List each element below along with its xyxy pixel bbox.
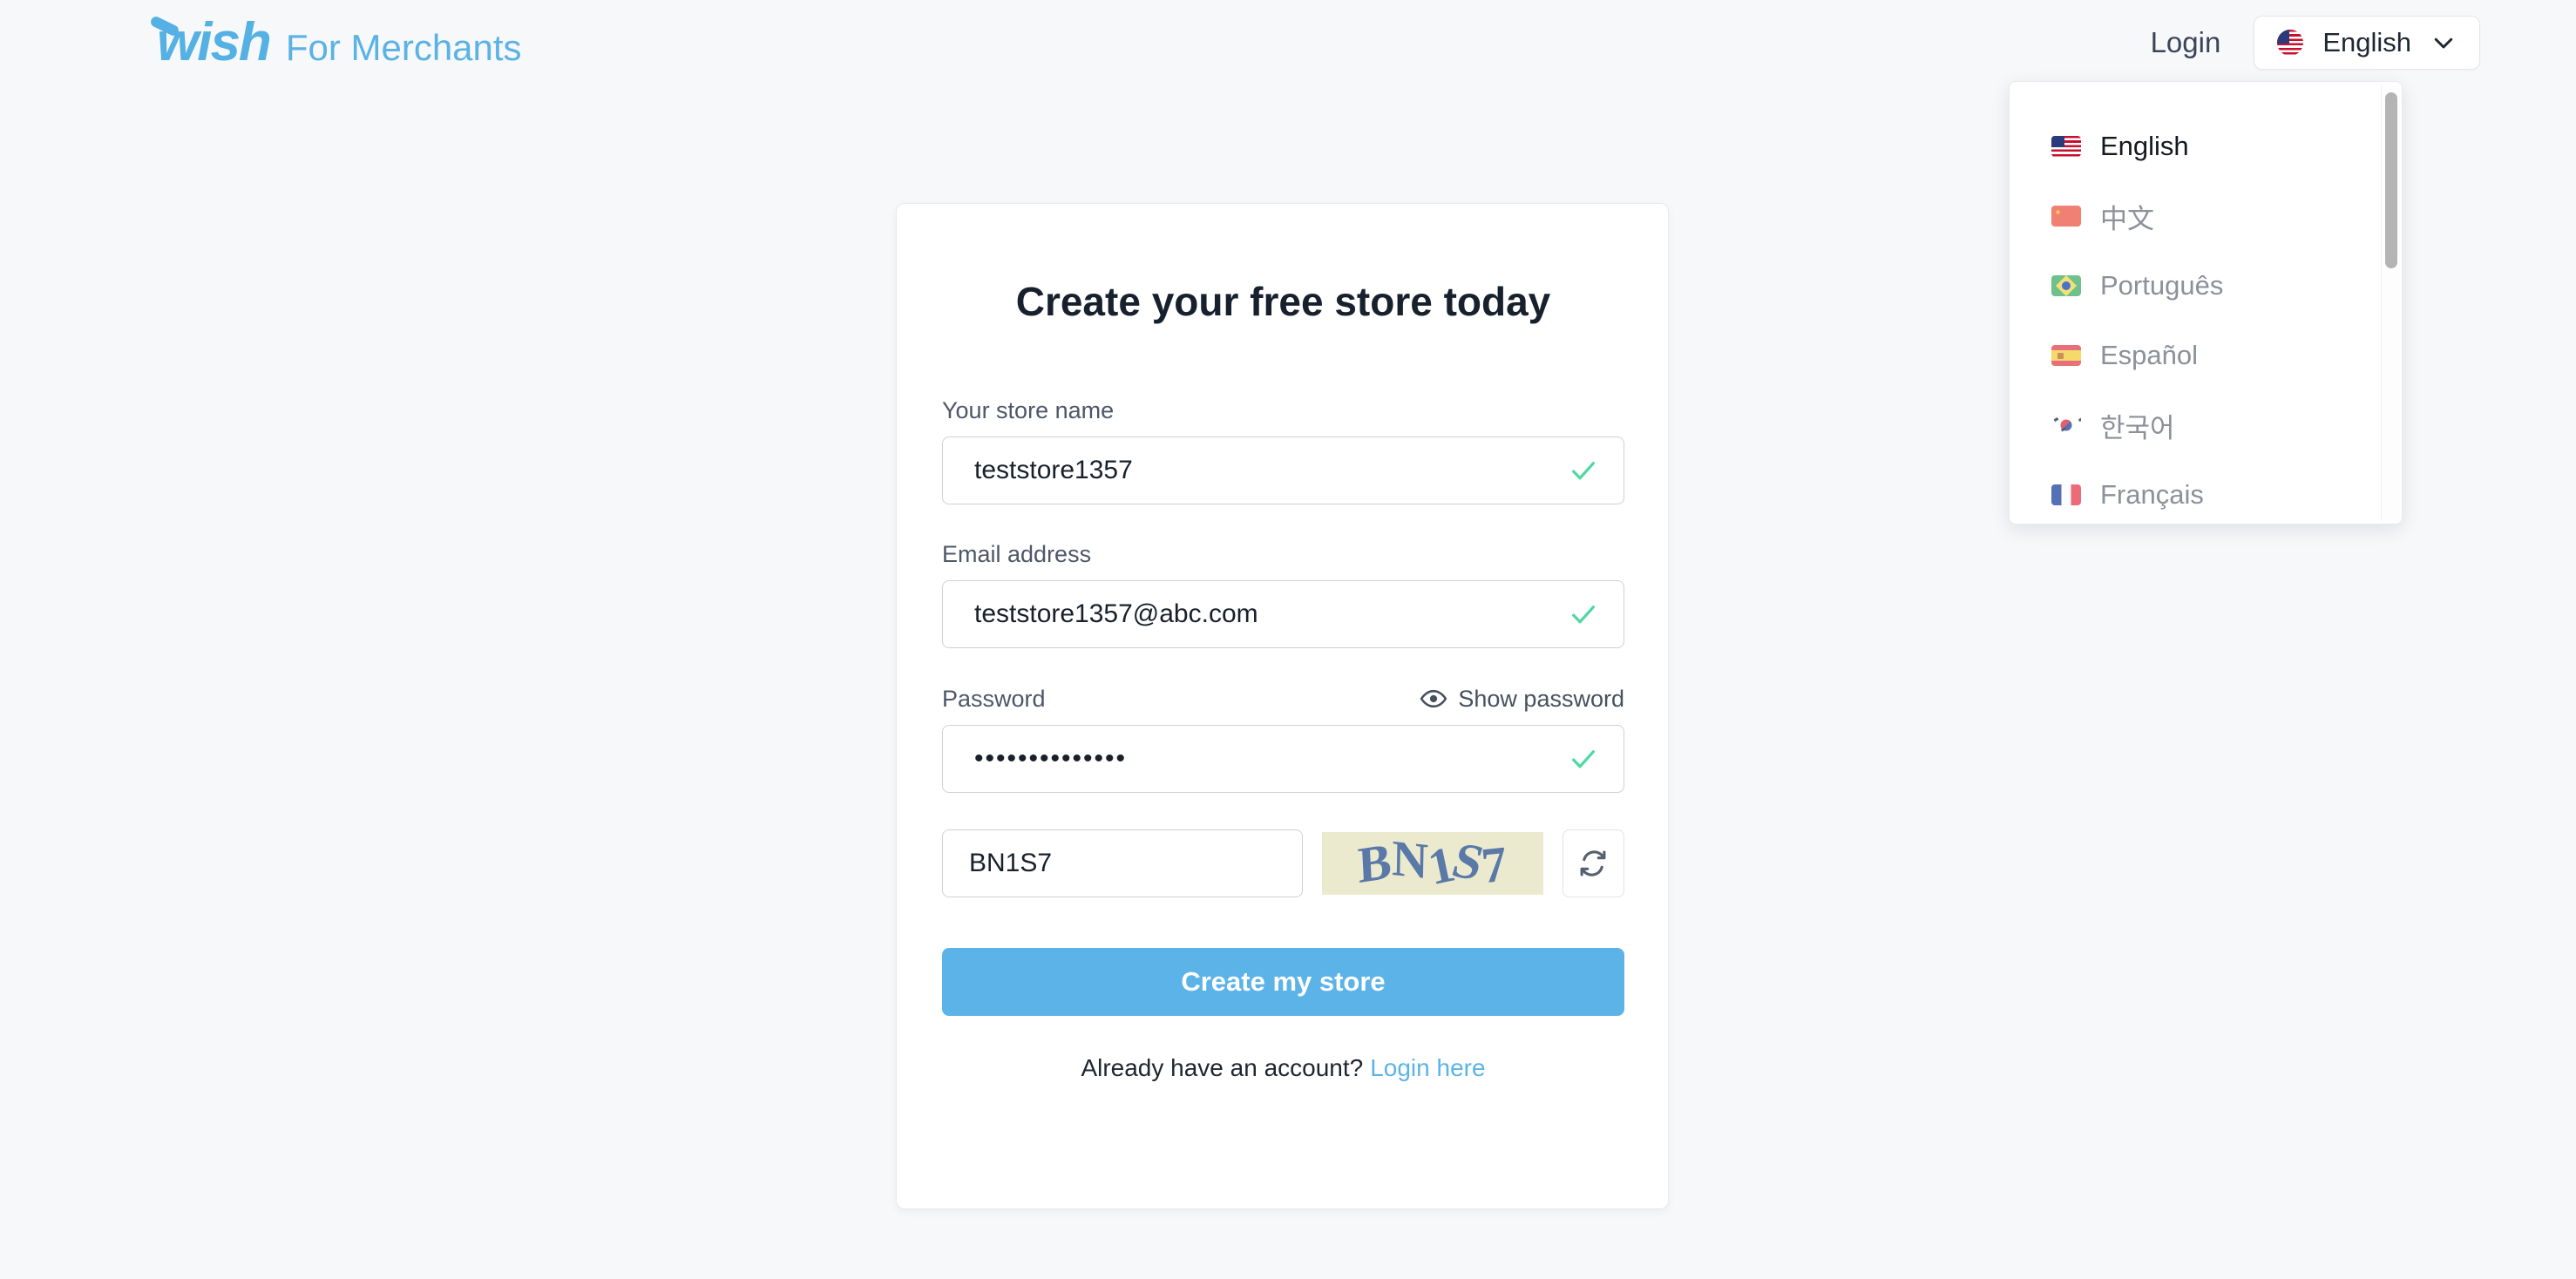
language-option-label: Português [2100,270,2224,301]
login-prompt: Already have an account? Login here [942,1054,1624,1082]
dropdown-scrollbar-thumb[interactable] [2385,92,2397,268]
language-option-portuguese[interactable]: Português [2010,251,2402,321]
language-list: English 中文 Português Español 한국어 Françai… [2010,82,2402,524]
show-password-label: Show password [1458,685,1624,712]
chevron-down-icon [2434,37,2453,49]
language-selector-label: English [2322,27,2411,58]
page-title: Create your free store today [1015,279,1551,324]
language-option-label: Français [2100,479,2204,510]
login-prompt-text: Already have an account? [1081,1054,1364,1081]
flag-us-icon [2277,30,2304,56]
check-icon [1572,606,1595,624]
brand-logo: wish For Merchants [157,16,522,70]
brand-suffix: For Merchants [285,27,522,68]
store-name-field-wrap [942,436,1624,504]
flag-cn-icon [2051,206,2081,227]
email-label-row: Email address [942,541,1624,568]
password-label: Password [942,685,1046,712]
store-name-input[interactable] [942,436,1624,504]
wish-wordmark: wish [157,12,272,72]
show-password-toggle[interactable]: Show password [1420,685,1624,713]
check-icon [1572,750,1595,768]
captcha-char: 7 [1479,835,1510,895]
captcha-input[interactable] [942,829,1303,897]
dropdown-scrollbar-track[interactable] [2381,85,2400,521]
captcha-refresh-button[interactable] [1562,829,1624,897]
language-option-label: 中文 [2100,203,2154,234]
email-field-wrap [942,580,1624,648]
signup-form: Your store name Email address Password [942,397,1624,1082]
language-dropdown-menu: English 中文 Português Español 한국어 Françai… [2009,81,2403,524]
store-name-label-row: Your store name [942,397,1624,424]
language-option-spanish[interactable]: Español [2010,321,2402,390]
password-input[interactable] [942,725,1624,793]
language-option-french[interactable]: Français [2010,460,2402,524]
login-link[interactable]: Login [2142,21,2230,64]
refresh-icon [1580,850,1606,876]
language-option-label: Español [2100,340,2199,370]
language-option-korean[interactable]: 한국어 [2010,390,2402,460]
language-option-chinese[interactable]: 中文 [2010,181,2402,251]
store-name-label: Your store name [942,397,1115,423]
language-option-label: English [2100,131,2189,161]
language-option-label: 한국어 [2100,412,2175,443]
password-field-wrap [942,725,1624,793]
signup-card: Create your free store today Your store … [896,203,1669,1209]
password-label-row: Password Show password [942,685,1624,713]
email-input[interactable] [942,580,1624,648]
header-actions: Login English [2142,16,2480,70]
flag-es-icon [2051,345,2081,366]
flag-fr-icon [2051,484,2081,505]
captcha-char: B [1356,832,1393,895]
email-label: Email address [942,541,1092,567]
login-here-link[interactable]: Login here [1370,1054,1485,1081]
create-store-button[interactable]: Create my store [942,948,1624,1016]
language-option-english[interactable]: English [2010,112,2402,181]
captcha-row: BN1S7 [942,829,1624,897]
eye-icon [1420,689,1447,708]
flag-br-icon [2051,275,2081,296]
language-selector-button[interactable]: English [2254,16,2480,70]
captcha-image[interactable]: BN1S7 [1322,832,1543,895]
flag-kr-icon [2051,415,2081,436]
flag-us-icon [2051,136,2081,157]
check-icon [1572,462,1595,480]
